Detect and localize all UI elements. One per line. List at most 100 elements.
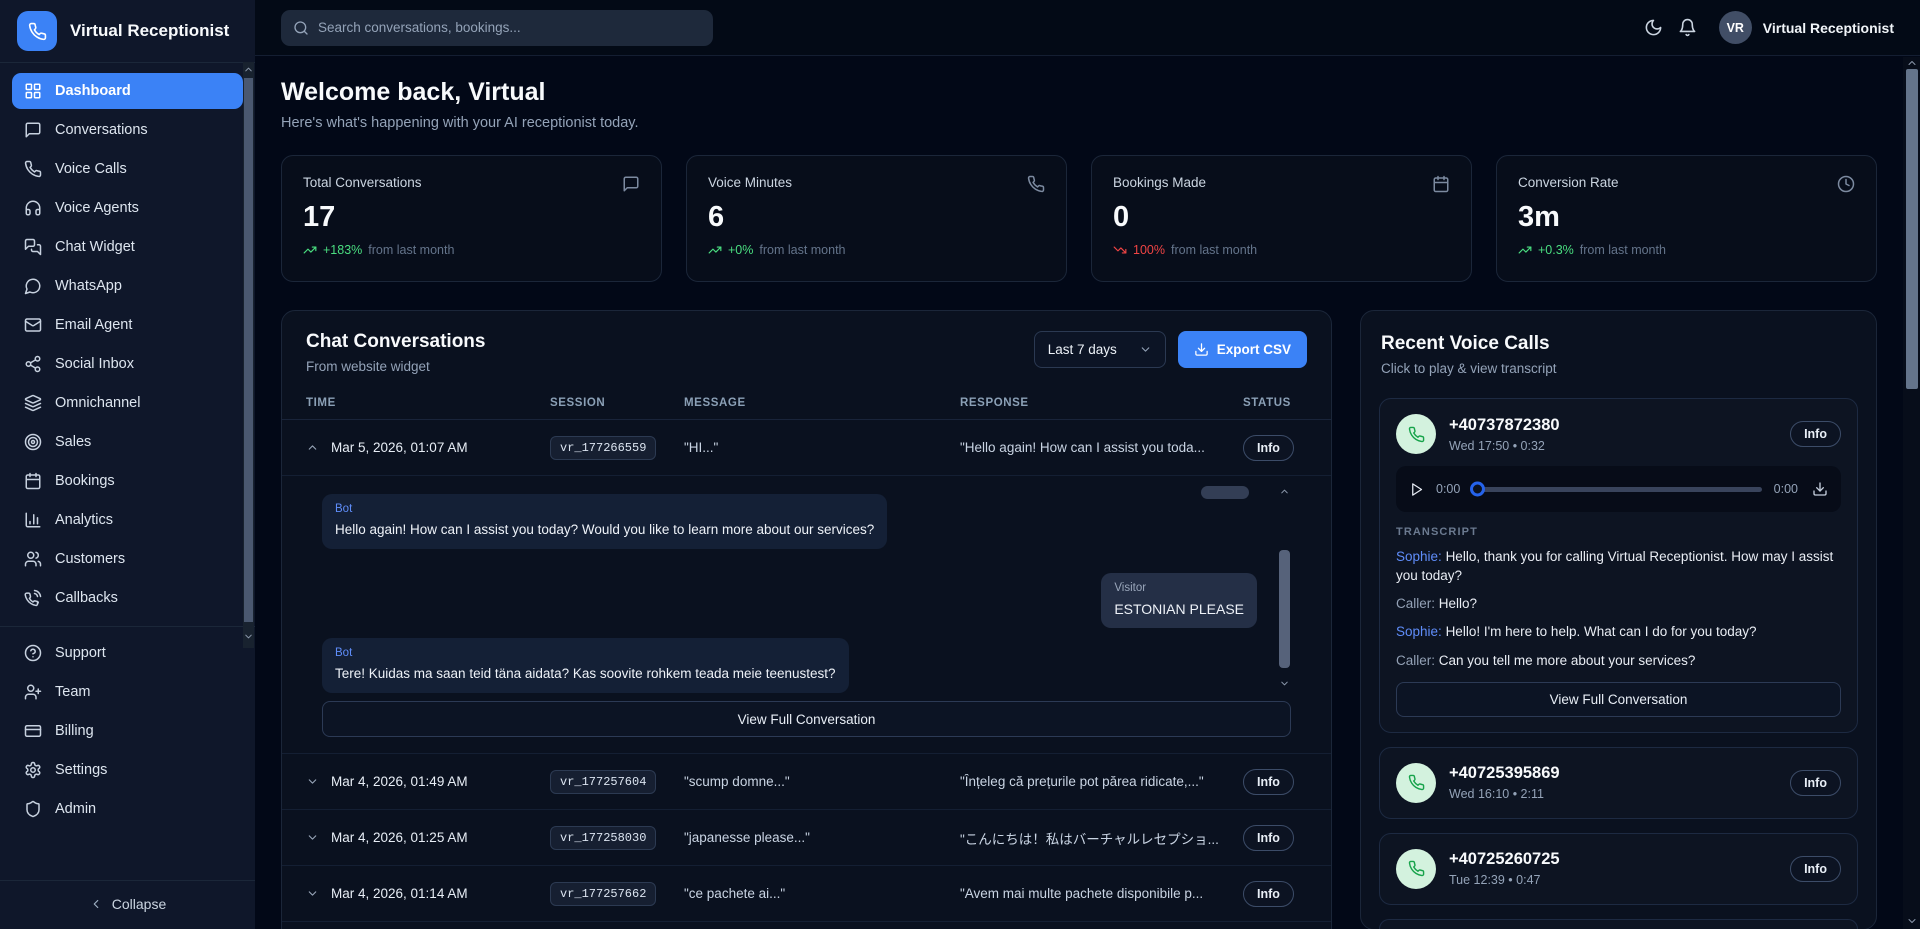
- mail-icon: [24, 316, 42, 334]
- chevron-up-icon[interactable]: [1279, 486, 1290, 497]
- trending-up-icon: [1518, 243, 1532, 257]
- stats-row: Total Conversations 17 +183% from last m…: [281, 155, 1877, 282]
- date-range-value: Last 7 days: [1048, 342, 1117, 357]
- search-box[interactable]: [281, 10, 713, 46]
- collapse-button[interactable]: Collapse: [0, 880, 255, 929]
- transcript-speaker: Sophie:: [1396, 549, 1442, 564]
- user-plus-icon: [24, 683, 42, 701]
- player-current-time: 0:00: [1436, 482, 1460, 496]
- voice-call-card[interactable]: +40725395869 Wed 16:10 • 2:11 Info: [1379, 747, 1858, 819]
- sidebar-item-analytics[interactable]: Analytics: [12, 502, 243, 538]
- credit-card-icon: [24, 722, 42, 740]
- table-row[interactable]: Mar 5, 2026, 01:07 AM vr_177266559 "HI..…: [282, 420, 1331, 476]
- transcript-text: Hello?: [1439, 596, 1477, 611]
- sidebar-item-bookings[interactable]: Bookings: [12, 463, 243, 499]
- sidebar-item-omnichannel[interactable]: Omnichannel: [12, 385, 243, 421]
- sidebar-item-customers[interactable]: Customers: [12, 541, 243, 577]
- play-icon: [1409, 482, 1424, 497]
- sidebar-item-sales[interactable]: Sales: [12, 424, 243, 460]
- info-button[interactable]: Info: [1790, 856, 1841, 882]
- export-csv-button[interactable]: Export CSV: [1178, 331, 1307, 368]
- user-avatar[interactable]: VR: [1719, 11, 1752, 44]
- voice-call-card[interactable]: +40725260725 Tue 12:39 • 0:47 Info: [1379, 833, 1858, 905]
- user-name: Virtual Receptionist: [1763, 20, 1894, 36]
- search-input[interactable]: [318, 20, 701, 35]
- sidebar-item-label: Analytics: [55, 512, 113, 528]
- sidebar-item-voice-calls[interactable]: Voice Calls: [12, 151, 243, 187]
- seek-slider-handle[interactable]: [1470, 482, 1485, 497]
- chevron-down-icon[interactable]: [243, 631, 254, 642]
- sidebar-scrollbar[interactable]: [243, 62, 254, 648]
- sidebar-item-support[interactable]: Support: [12, 635, 243, 671]
- table-row[interactable]: Mar 4, 2026, 01:25 AM vr_177258030 "japa…: [282, 810, 1331, 866]
- sidebar-item-label: Sales: [55, 434, 91, 450]
- sidebar-scrollbar-thumb[interactable]: [244, 78, 253, 622]
- table-row[interactable]: Mar 4, 2026, 01:49 AM vr_177257604 "scum…: [282, 754, 1331, 810]
- sidebar-item-whatsapp[interactable]: WhatsApp: [12, 268, 243, 304]
- download-icon: [1812, 481, 1828, 497]
- sidebar-item-team[interactable]: Team: [12, 674, 243, 710]
- seek-slider[interactable]: [1472, 487, 1761, 492]
- sidebar-item-email-agent[interactable]: Email Agent: [12, 307, 243, 343]
- sidebar-item-conversations[interactable]: Conversations: [12, 112, 243, 148]
- voice-call-card[interactable]: +40737872380 Wed 17:50 • 0:32 Info 0:00 …: [1379, 398, 1858, 733]
- chevron-down-icon[interactable]: [1906, 915, 1918, 927]
- transcript-line: Caller: Hello?: [1396, 594, 1841, 613]
- table-row[interactable]: Mar 4, 2026, 01:14 AM vr_177257662 "ce p…: [282, 866, 1331, 922]
- stat-card-voice-minutes: Voice Minutes 6 +0% from last month: [686, 155, 1067, 282]
- sidebar-item-chat-widget[interactable]: Chat Widget: [12, 229, 243, 265]
- window-scrollbar-thumb[interactable]: [1906, 69, 1918, 389]
- sidebar-item-admin[interactable]: Admin: [12, 791, 243, 827]
- message-text: Hello again! How can I assist you today?…: [335, 521, 874, 540]
- session-badge: vr_177258030: [550, 826, 656, 850]
- info-button[interactable]: Info: [1790, 421, 1841, 447]
- play-button[interactable]: [1409, 482, 1424, 497]
- sidebar-item-billing[interactable]: Billing: [12, 713, 243, 749]
- info-button[interactable]: Info: [1243, 769, 1294, 795]
- transcript-speaker: Sophie:: [1396, 624, 1442, 639]
- messages-scrollbar[interactable]: [1278, 484, 1291, 689]
- view-full-conversation-button[interactable]: View Full Conversation: [1396, 682, 1841, 717]
- view-full-conversation-button[interactable]: View Full Conversation: [322, 701, 1291, 737]
- calendar-icon: [24, 472, 42, 490]
- theme-toggle-button[interactable]: [1637, 11, 1671, 45]
- sidebar-item-label: WhatsApp: [55, 278, 122, 294]
- messages-scrollbar-thumb[interactable]: [1279, 550, 1290, 668]
- info-button[interactable]: Info: [1243, 435, 1294, 461]
- column-message: MESSAGE: [684, 397, 960, 409]
- column-response: RESPONSE: [960, 397, 1243, 409]
- row-time: Mar 4, 2026, 01:49 AM: [331, 774, 468, 789]
- users-icon: [24, 550, 42, 568]
- sidebar: Virtual Receptionist Dashboard Conversat…: [0, 0, 255, 929]
- page-subtitle: Here's what's happening with your AI rec…: [281, 115, 1877, 131]
- sidebar-item-callbacks[interactable]: Callbacks: [12, 580, 243, 616]
- messages-square-icon: [24, 238, 42, 256]
- download-recording-button[interactable]: [1812, 481, 1828, 497]
- gear-icon: [24, 761, 42, 779]
- sidebar-secondary-nav: Support Team Billing Settings Admin: [0, 631, 255, 833]
- sidebar-item-settings[interactable]: Settings: [12, 752, 243, 788]
- sidebar-item-social-inbox[interactable]: Social Inbox: [12, 346, 243, 382]
- info-button[interactable]: Info: [1243, 825, 1294, 851]
- info-button[interactable]: Info: [1243, 881, 1294, 907]
- chevron-down-icon[interactable]: [1279, 678, 1290, 689]
- sidebar-header: Virtual Receptionist: [0, 0, 255, 62]
- call-number: +40725260725: [1449, 850, 1560, 869]
- chevron-up-icon[interactable]: [1906, 57, 1918, 69]
- stat-label: Bookings Made: [1113, 175, 1206, 190]
- notifications-button[interactable]: [1671, 11, 1705, 45]
- chevron-up-icon[interactable]: [243, 64, 254, 75]
- bot-message-bubble: Bot Hello again! How can I assist you to…: [322, 494, 887, 549]
- window-scrollbar[interactable]: [1903, 57, 1920, 929]
- sidebar-item-dashboard[interactable]: Dashboard: [12, 73, 243, 109]
- call-avatar: [1396, 763, 1436, 803]
- transcript-text: Hello! I'm here to help. What can I do f…: [1446, 624, 1757, 639]
- stat-delta-note: from last month: [759, 243, 845, 257]
- phone-icon: [1027, 175, 1045, 193]
- sidebar-item-label: Bookings: [55, 473, 115, 489]
- date-range-select[interactable]: Last 7 days: [1034, 331, 1166, 368]
- info-button[interactable]: Info: [1790, 770, 1841, 796]
- message-text: Tere! Kuidas ma saan teid täna aidata? K…: [335, 665, 836, 684]
- phone-icon: [1408, 426, 1425, 443]
- sidebar-item-voice-agents[interactable]: Voice Agents: [12, 190, 243, 226]
